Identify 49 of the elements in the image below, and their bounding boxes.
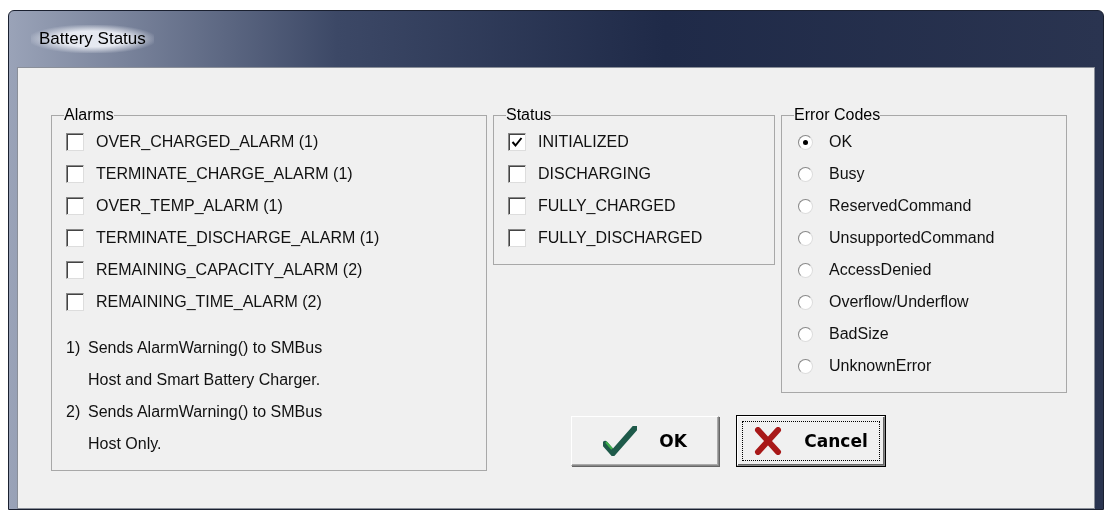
checkbox-label: INITIALIZED [538,133,629,151]
checkbox-label: REMAINING_TIME_ALARM (2) [96,293,322,311]
checkbox[interactable] [66,229,84,247]
note-text: Sends AlarmWarning() to SMBus Host Only. [88,402,324,454]
radio-label: Overflow/Underflow [829,293,969,311]
checkbox-label: TERMINATE_CHARGE_ALARM (1) [96,165,353,183]
checkbox[interactable] [508,133,526,151]
window-title: Battery Status [31,25,154,53]
checkbox[interactable] [66,133,84,151]
check-icon [511,136,523,148]
checkbox-label: OVER_TEMP_ALARM (1) [96,197,283,215]
checkbox-label: DISCHARGING [538,165,651,183]
checkbox[interactable] [66,165,84,183]
note-marker: 1) [66,338,82,358]
group-title: Error Codes [794,106,881,124]
radio-label: UnknownError [829,357,932,375]
checkbox[interactable] [66,261,84,279]
checkmark-icon [603,426,638,456]
checkbox[interactable] [508,229,526,247]
checkbox-label: FULLY_CHARGED [538,197,676,215]
ok-button[interactable]: OK [571,416,719,466]
radio-label: ReservedCommand [829,197,972,215]
checkbox-label: TERMINATE_DISCHARGE_ALARM (1) [96,229,380,247]
radio-button[interactable] [798,198,813,214]
radio-button[interactable] [798,134,813,150]
cancel-button[interactable]: Cancel [737,416,885,466]
radio-button[interactable] [798,358,813,374]
radio-label: AccessDenied [829,261,932,279]
x-icon [754,427,783,455]
checkbox[interactable] [66,293,84,311]
checkbox-label: REMAINING_CAPACITY_ALARM (2) [96,261,363,279]
checkbox-label: FULLY_DISCHARGED [538,229,703,247]
radio-label: BadSize [829,325,889,343]
radio-label: OK [829,133,853,151]
radio-label: Busy [829,165,865,183]
radio-button[interactable] [798,230,813,246]
radio-label: UnsupportedCommand [829,229,995,247]
group-title: Alarms [64,106,114,124]
checkbox[interactable] [66,197,84,215]
checkbox[interactable] [508,165,526,183]
checkbox-label: OVER_CHARGED_ALARM (1) [96,133,319,151]
radio-button[interactable] [798,166,813,182]
group-title: Status [506,106,552,124]
radio-button[interactable] [798,326,813,342]
note-text: Sends AlarmWarning() to SMBus Host and Smart Battery Charger. [88,338,324,390]
checkbox[interactable] [508,197,526,215]
radio-button[interactable] [798,294,813,310]
note-marker: 2) [66,402,82,422]
radio-button[interactable] [798,262,813,278]
